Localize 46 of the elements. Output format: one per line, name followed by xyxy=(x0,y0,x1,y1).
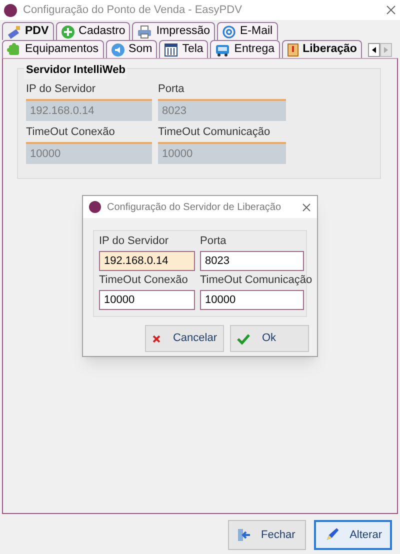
tab[interactable]: E-Mail xyxy=(217,22,278,40)
window-title: Configuração do Ponto de Venda - EasyPDV xyxy=(23,2,243,18)
check-icon xyxy=(237,332,250,344)
tab[interactable]: Impressão xyxy=(132,22,216,40)
tab[interactable]: Entrega xyxy=(210,40,280,58)
field-label: IP do Servidor xyxy=(99,235,169,248)
input-field[interactable]: 8023 xyxy=(200,251,304,271)
group-title: Servidor IntelliWeb xyxy=(24,62,128,78)
document-icon xyxy=(286,42,299,56)
field-label: TimeOut Comunicação xyxy=(158,126,270,139)
field-label: TimeOut Conexão xyxy=(99,274,188,287)
close-icon[interactable] xyxy=(302,202,311,212)
dialog-button[interactable]: Cancelar xyxy=(145,325,224,352)
door-arrow-icon xyxy=(237,528,251,542)
bus-icon xyxy=(215,42,230,56)
tab[interactable]: Som xyxy=(106,40,158,58)
app-logo-icon xyxy=(89,201,101,213)
input-field[interactable]: 10000 xyxy=(200,290,304,310)
field-label: TimeOut Comunicação xyxy=(200,274,312,287)
printer-icon xyxy=(137,24,152,38)
app-logo-icon xyxy=(4,4,17,16)
dialog-button[interactable]: Ok xyxy=(230,325,309,352)
puzzle-icon xyxy=(7,42,21,56)
footer-button[interactable]: Fechar xyxy=(228,520,306,550)
tab[interactable]: PDV xyxy=(2,22,54,40)
field-label: IP do Servidor xyxy=(26,83,96,96)
dialog-title: Configuração do Servidor de Liberação xyxy=(107,200,282,214)
field-label: TimeOut Conexão xyxy=(26,126,115,139)
input-field[interactable]: 10000 xyxy=(99,290,195,310)
tab[interactable]: Tela xyxy=(159,40,208,58)
input-field[interactable]: 192.168.0.14 xyxy=(99,251,195,271)
right-arrow-icon xyxy=(384,47,388,53)
field-label: Porta xyxy=(158,83,184,96)
pencil-icon xyxy=(7,24,21,38)
field-label: Porta xyxy=(200,235,226,248)
tab[interactable]: Equipamentos xyxy=(2,40,104,58)
speaker-icon xyxy=(110,42,125,56)
left-arrow-icon xyxy=(372,47,376,53)
plus-icon xyxy=(60,24,75,38)
scroll-left-button[interactable] xyxy=(368,43,380,57)
tab[interactable]: Liberação xyxy=(282,40,362,58)
calendar-icon xyxy=(164,42,178,56)
close-icon[interactable] xyxy=(386,5,396,15)
cross-icon xyxy=(152,332,161,344)
footer-button[interactable]: Alterar xyxy=(314,520,392,550)
tab[interactable]: Cadastro xyxy=(56,22,130,40)
